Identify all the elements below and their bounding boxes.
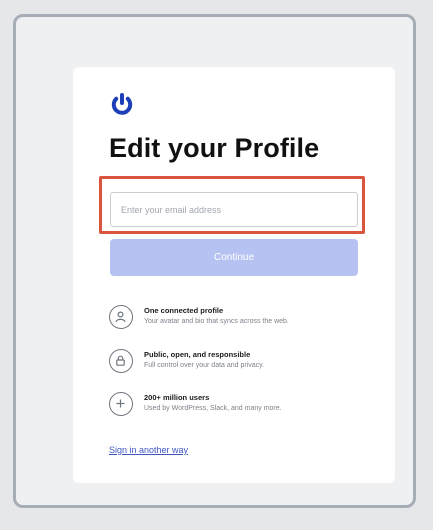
email-input[interactable] bbox=[110, 192, 358, 227]
gravatar-logo-icon bbox=[111, 93, 133, 115]
user-icon bbox=[109, 305, 133, 329]
feature-item-connected-profile: One connected profile Your avatar and bi… bbox=[109, 305, 369, 335]
feature-title: One connected profile bbox=[144, 306, 224, 315]
window-frame: Edit your Profile Continue One connected… bbox=[13, 14, 416, 508]
feature-item-users: 200+ million users Used by WordPress, Sl… bbox=[109, 392, 369, 422]
sign-in-another-way-link[interactable]: Sign in another way bbox=[109, 445, 188, 455]
plus-icon bbox=[109, 392, 133, 416]
page-title: Edit your Profile bbox=[109, 133, 320, 163]
feature-description: Full control over your data and privacy. bbox=[144, 362, 265, 369]
feature-description: Your avatar and bio that syncs across th… bbox=[144, 318, 289, 325]
feature-title: 200+ million users bbox=[144, 393, 210, 402]
lock-icon bbox=[109, 349, 133, 373]
profile-card: Edit your Profile Continue One connected… bbox=[73, 67, 395, 483]
continue-button[interactable]: Continue bbox=[110, 239, 358, 276]
feature-item-public-open: Public, open, and responsible Full contr… bbox=[109, 349, 369, 379]
feature-description: Used by WordPress, Slack, and many more. bbox=[144, 405, 282, 412]
feature-title: Public, open, and responsible bbox=[144, 350, 251, 359]
